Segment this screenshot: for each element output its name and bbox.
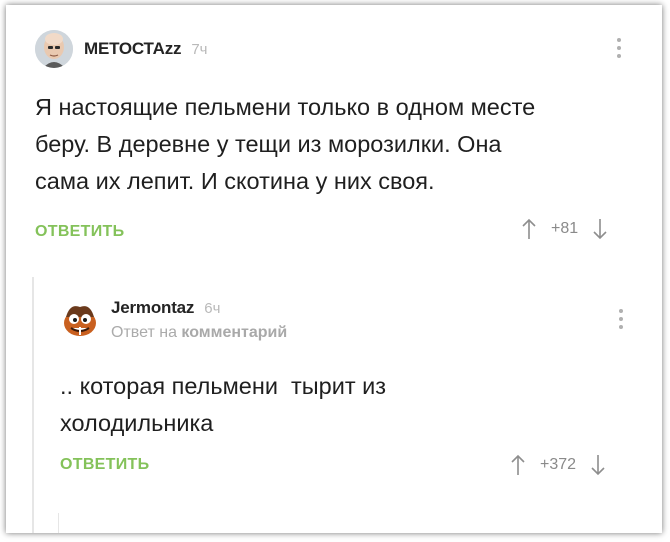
comment-text: .. которая пельмени тырит из холодильник…	[60, 368, 620, 442]
cartoon-monster-avatar-icon	[64, 306, 96, 336]
comment-text-line: холодильника	[60, 410, 214, 436]
vote-controls: +372	[510, 454, 606, 476]
author-name[interactable]: Jermontaz	[111, 298, 194, 318]
reply-to-prefix: Ответ на	[111, 324, 177, 341]
downvote-arrow-icon[interactable]	[592, 218, 608, 240]
bald-man-avatar-icon	[35, 30, 73, 68]
comment: МЕТОСТАzz 7ч Я настоящие пельмени только…	[6, 5, 662, 267]
avatar[interactable]	[35, 30, 73, 68]
reply-reference: Ответ на комментарий	[111, 324, 287, 342]
comment-text-line: .. которая пельмени тырит из	[60, 373, 387, 399]
comment-text: Я настоящие пельмени только в одном мест…	[35, 89, 635, 200]
upvote-arrow-icon[interactable]	[510, 454, 526, 476]
downvote-arrow-icon[interactable]	[590, 454, 606, 476]
parent-comment-link[interactable]: комментарий	[181, 324, 287, 341]
more-vertical-icon[interactable]	[617, 38, 623, 58]
timestamp: 7ч	[191, 41, 208, 58]
more-vertical-icon[interactable]	[619, 309, 625, 329]
author-row: Jermontaz 6ч	[111, 298, 220, 318]
timestamp: 6ч	[204, 300, 221, 317]
author-name[interactable]: МЕТОСТАzz	[84, 39, 182, 59]
vote-score: +372	[540, 456, 577, 473]
nested-thread-line	[58, 513, 59, 533]
comment-text-line: сама их лепит. И скотина у них своя.	[35, 168, 435, 194]
vote-controls: +81	[521, 218, 608, 240]
comment-text-line: Я настоящие пельмени только в одном мест…	[35, 94, 536, 120]
author-row: МЕТОСТАzz 7ч	[84, 39, 208, 59]
comment-thread: МЕТОСТАzz 7ч Я настоящие пельмени только…	[6, 5, 662, 533]
reply-button[interactable]: ОТВЕТИТЬ	[60, 456, 149, 474]
comment-text-line: беру. В деревне у тещи из морозилки. Она	[35, 131, 502, 157]
reply-comment: Jermontaz 6ч Ответ на комментарий .. кот…	[32, 277, 662, 533]
upvote-arrow-icon[interactable]	[521, 218, 537, 240]
avatar[interactable]	[60, 299, 100, 339]
reply-button[interactable]: ОТВЕТИТЬ	[35, 223, 124, 241]
vote-score: +81	[551, 220, 579, 237]
